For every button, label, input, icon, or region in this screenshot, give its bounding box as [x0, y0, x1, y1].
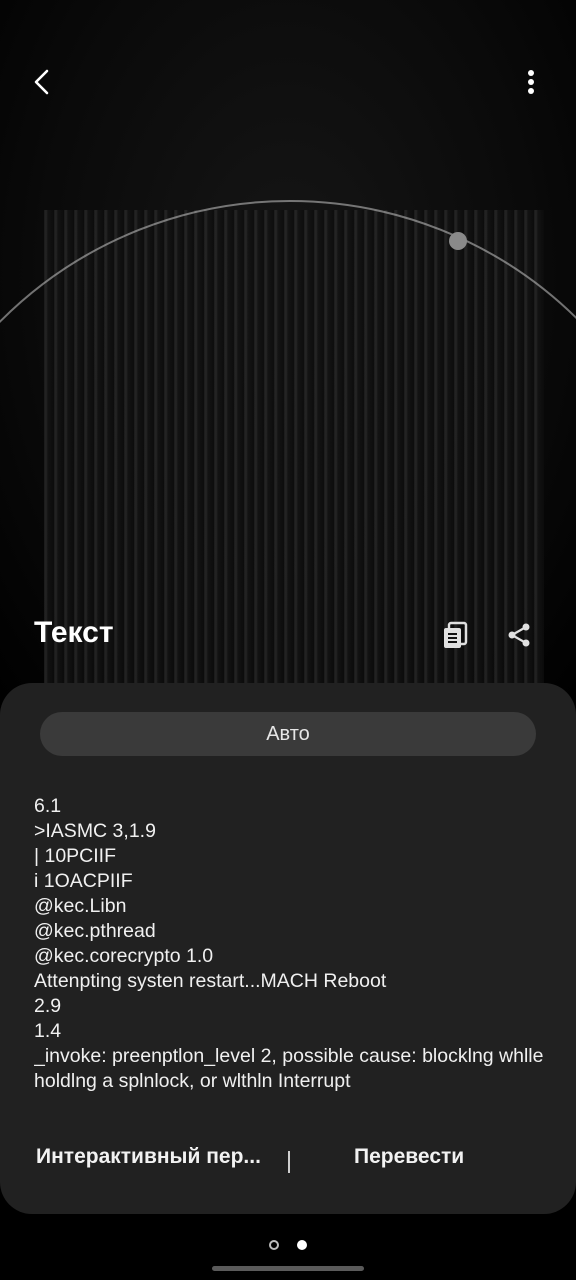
language-mode-selector[interactable]: Авто [40, 712, 536, 756]
page-dot-active[interactable] [297, 1240, 307, 1250]
share-icon [508, 623, 530, 647]
share-button[interactable] [500, 616, 538, 654]
ocr-line: @kec.corecrypto 1.0 [34, 945, 214, 967]
copy-text-button[interactable] [436, 616, 474, 654]
more-options-button[interactable] [511, 62, 551, 102]
ocr-line: >IASMC 3,1.9 [34, 820, 156, 842]
panel-title: Текст [34, 616, 114, 649]
ocr-line: 6.1 [34, 795, 62, 817]
ocr-line: | 10PCIIF [34, 845, 117, 867]
ocr-line: Attenpting systen restart...MACH Reboot [34, 970, 387, 992]
page-indicator [0, 1240, 576, 1250]
ocr-line: @kec.pthread [34, 920, 156, 942]
translate-button[interactable]: Перевести [354, 1145, 464, 1169]
ocr-line: @kec.Libn [34, 895, 127, 917]
ocr-line: i 1OACPIIF [34, 870, 133, 892]
chevron-left-icon [34, 69, 49, 95]
back-button[interactable] [22, 62, 62, 102]
action-divider [288, 1151, 290, 1173]
ocr-line: 1.4 [34, 1020, 62, 1042]
ocr-line: _invoke: preenptlon_level 2, possible ca… [34, 1045, 544, 1092]
camera-preview [0, 0, 576, 700]
scan-handle[interactable] [449, 232, 467, 250]
recognized-text-area[interactable]: 6.1 >IASMC 3,1.9 | 10PCIIF i 1OACPIIF @k… [34, 794, 544, 1102]
interactive-translation-button[interactable]: Интерактивный пер... [36, 1145, 261, 1169]
text-result-sheet: Авто 6.1 >IASMC 3,1.9 | 10PCIIF i 1OACPI… [0, 683, 576, 1214]
page-dot[interactable] [269, 1240, 279, 1250]
copy-text-icon [444, 621, 468, 648]
home-indicator[interactable] [212, 1266, 364, 1271]
vertical-dots-icon [528, 70, 534, 94]
ocr-line: 2.9 [34, 995, 62, 1017]
